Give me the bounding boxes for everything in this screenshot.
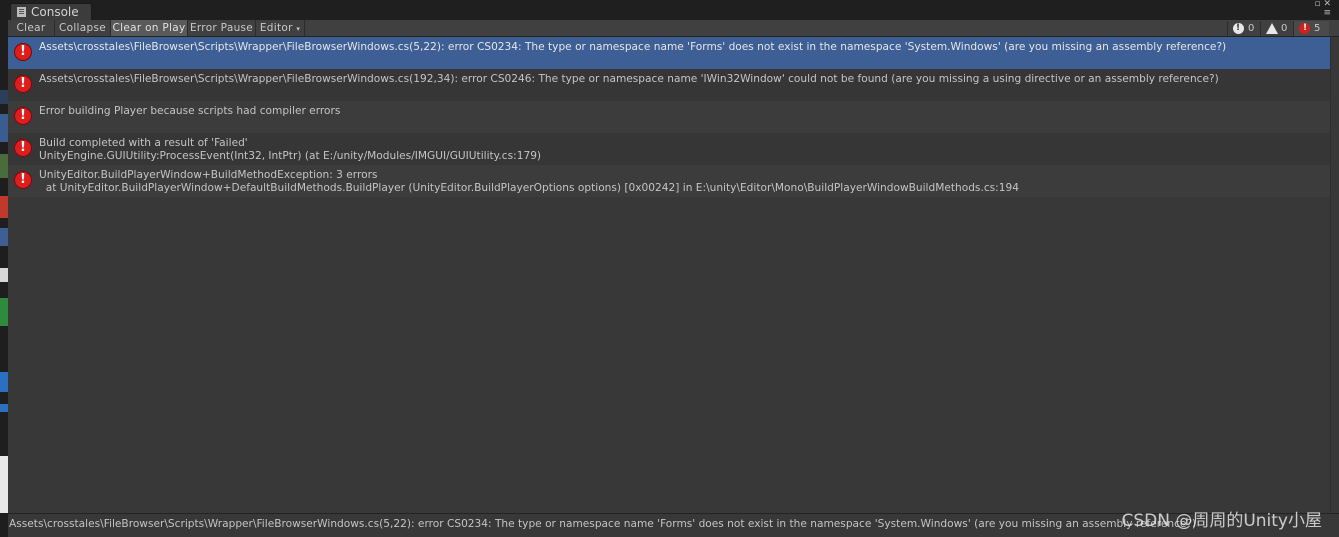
unity-editor: Console ▫ ✕ ≡ Clear Collapse Clear on Pl… xyxy=(0,0,1339,537)
log-stacktrace: at UnityEditor.BuildPlayerWindow+Default… xyxy=(39,182,1019,194)
log-entry[interactable]: Build completed with a result of 'Failed… xyxy=(8,133,1330,165)
tab-console[interactable]: Console xyxy=(10,3,92,20)
error-icon xyxy=(14,107,32,125)
log-entry[interactable]: Assets\crosstales\FileBrowser\Scripts\Wr… xyxy=(8,69,1330,101)
menu-icon[interactable]: ≡ xyxy=(1311,9,1331,18)
window-menu[interactable]: ▫ ✕ ≡ xyxy=(1311,0,1331,20)
error-filter-toggle[interactable]: 5 xyxy=(1293,21,1329,36)
log-list: Assets\crosstales\FileBrowser\Scripts\Wr… xyxy=(8,37,1330,513)
error-icon xyxy=(14,43,32,61)
editor-dropdown[interactable]: Editor ▾ xyxy=(256,20,305,36)
tab-bar: Console ▫ ✕ ≡ xyxy=(8,0,1339,20)
log-message: Error building Player because scripts ha… xyxy=(39,105,341,117)
console-toolbar: Clear Collapse Clear on Play Error Pause… xyxy=(8,20,1339,37)
log-entry[interactable]: Assets\crosstales\FileBrowser\Scripts\Wr… xyxy=(8,37,1330,69)
warning-icon xyxy=(1266,23,1278,34)
log-message: Assets\crosstales\FileBrowser\Scripts\Wr… xyxy=(39,41,1227,53)
log-entry[interactable]: UnityEditor.BuildPlayerWindow+BuildMetho… xyxy=(8,165,1330,197)
chevron-down-icon: ▾ xyxy=(296,25,301,33)
clear-on-play-toggle[interactable]: Clear on Play xyxy=(111,20,188,36)
log-entry[interactable]: Error building Player because scripts ha… xyxy=(8,101,1330,133)
error-count: 5 xyxy=(1314,23,1321,34)
warning-count: 0 xyxy=(1281,23,1288,34)
info-filter-toggle[interactable]: 0 xyxy=(1227,21,1260,36)
error-icon xyxy=(1299,21,1310,36)
log-message: UnityEditor.BuildPlayerWindow+BuildMetho… xyxy=(39,169,378,181)
log-stacktrace: UnityEngine.GUIUtility:ProcessEvent(Int3… xyxy=(39,150,542,162)
editor-dropdown-label: Editor xyxy=(259,22,293,34)
error-pause-toggle[interactable]: Error Pause xyxy=(188,20,256,36)
info-icon xyxy=(1233,21,1244,36)
collapse-button[interactable]: Collapse xyxy=(55,20,111,36)
info-count: 0 xyxy=(1248,23,1255,34)
error-icon xyxy=(14,171,32,189)
tab-console-label: Console xyxy=(31,5,79,19)
log-detail-text: Assets\crosstales\FileBrowser\Scripts\Wr… xyxy=(9,518,1197,530)
log-message: Build completed with a result of 'Failed… xyxy=(39,137,248,149)
clear-button[interactable]: Clear xyxy=(8,20,55,36)
log-message: Assets\crosstales\FileBrowser\Scripts\Wr… xyxy=(39,73,1219,85)
console-icon xyxy=(17,7,26,17)
console-window: Console ▫ ✕ ≡ Clear Collapse Clear on Pl… xyxy=(8,0,1339,537)
log-scrollbar[interactable] xyxy=(1330,37,1339,513)
error-icon xyxy=(14,139,32,157)
warning-filter-toggle[interactable]: 0 xyxy=(1260,21,1293,36)
adjacent-panel-sliver xyxy=(0,0,8,537)
error-icon xyxy=(14,75,32,93)
watermark: CSDN @周周的Unity小屋 xyxy=(1121,511,1322,531)
